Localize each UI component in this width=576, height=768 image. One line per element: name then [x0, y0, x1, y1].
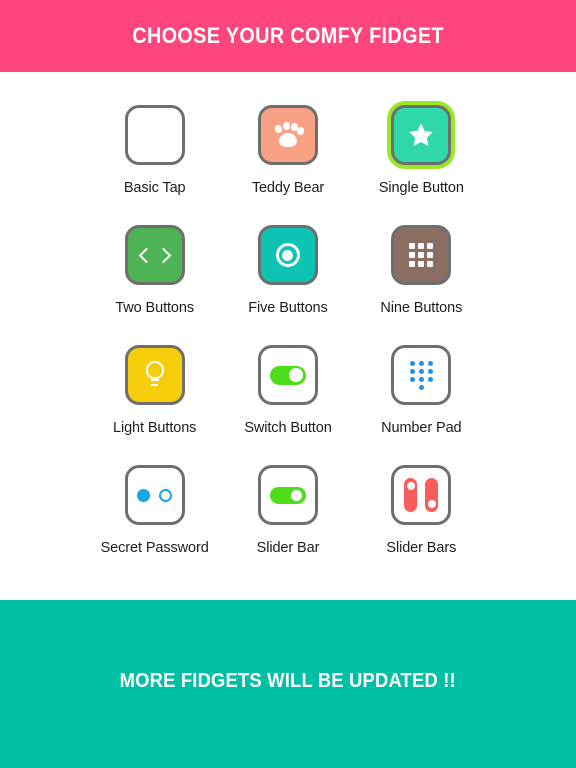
fidget-label-slider-bars: Slider Bars — [386, 540, 457, 556]
fidget-item-slider-bar[interactable]: Slider Bar — [221, 462, 354, 582]
vertical-sliders-icon — [404, 478, 439, 512]
light-buttons-tile[interactable] — [124, 345, 185, 405]
fidget-label-switch-button: Switch Button — [244, 420, 332, 436]
vertical-slider-left[interactable] — [404, 478, 418, 512]
star-icon — [409, 123, 434, 146]
single-button-tile[interactable] — [391, 105, 452, 165]
toggle-knob — [289, 368, 304, 382]
fidget-item-nine-buttons[interactable]: Nine Buttons — [355, 222, 488, 342]
two-buttons-tile[interactable] — [124, 225, 185, 285]
fidget-item-light-buttons[interactable]: Light Buttons — [88, 342, 221, 462]
fidget-item-slider-bars[interactable]: Slider Bars — [355, 462, 488, 582]
tile-wrap-light-buttons — [122, 342, 188, 408]
light-bulb-icon — [144, 361, 166, 389]
slider-bar-tile[interactable] — [257, 465, 318, 525]
tile-wrap-basic-tap — [122, 102, 188, 168]
fidget-label-five-buttons: Five Buttons — [248, 300, 328, 316]
page-title: CHOOSE YOUR COMFY FIDGET — [132, 23, 444, 48]
fidget-label-secret-password: Secret Password — [100, 540, 209, 556]
tile-wrap-nine-buttons — [388, 222, 454, 288]
fidget-grid-container: Basic Tap Teddy Bear Single Button Two B… — [0, 72, 576, 600]
fidget-label-teddy-bear: Teddy Bear — [251, 180, 325, 196]
switch-button-tile[interactable] — [257, 345, 318, 405]
slider-bars-tile[interactable] — [391, 465, 452, 525]
tile-wrap-secret-password — [122, 462, 188, 528]
left-right-chevrons-icon — [138, 247, 171, 263]
paw-print-icon — [273, 121, 306, 149]
fidget-label-light-buttons: Light Buttons — [112, 420, 197, 436]
tile-wrap-teddy-bear — [255, 102, 321, 168]
fidget-item-two-buttons[interactable]: Two Buttons — [88, 222, 221, 342]
fidget-item-switch-button[interactable]: Switch Button — [221, 342, 354, 462]
app-screen: CHOOSE YOUR COMFY FIDGET Basic Tap Teddy… — [0, 0, 576, 768]
grid-3x3-icon — [409, 243, 434, 267]
password-dots-icon — [137, 488, 173, 502]
tile-wrap-slider-bar — [255, 462, 321, 528]
tile-wrap-five-buttons — [255, 222, 321, 288]
vertical-slider-knob-left — [406, 482, 415, 490]
fidget-item-number-pad[interactable]: Number Pad — [355, 342, 488, 462]
number-pad-dots-icon — [409, 360, 433, 390]
fidget-item-teddy-bear[interactable]: Teddy Bear — [221, 102, 354, 222]
slider-knob — [290, 489, 302, 501]
header-bar: CHOOSE YOUR COMFY FIDGET — [0, 0, 576, 72]
five-buttons-tile[interactable] — [257, 225, 318, 285]
fidget-label-two-buttons: Two Buttons — [115, 300, 195, 316]
empty-square-icon[interactable] — [124, 105, 185, 165]
target-ring-icon — [275, 243, 300, 267]
password-dot-filled — [137, 488, 151, 502]
fidget-label-number-pad: Number Pad — [381, 420, 462, 436]
fidget-item-secret-password[interactable]: Secret Password — [88, 462, 221, 582]
vertical-slider-knob-right — [427, 500, 436, 508]
tile-wrap-single-button — [388, 102, 454, 168]
fidget-label-nine-buttons: Nine Buttons — [380, 300, 463, 316]
tile-wrap-switch-button — [255, 342, 321, 408]
fidget-label-basic-tap: Basic Tap — [123, 180, 186, 196]
fidget-item-basic-tap[interactable]: Basic Tap — [88, 102, 221, 222]
toggle-switch-icon[interactable] — [269, 365, 306, 385]
tile-wrap-two-buttons — [122, 222, 188, 288]
fidget-label-single-button: Single Button — [378, 180, 464, 196]
tile-wrap-slider-bars — [388, 462, 454, 528]
footer-banner: MORE FIDGETS WILL BE UPDATED !! — [0, 600, 576, 768]
fidget-grid: Basic Tap Teddy Bear Single Button Two B… — [88, 102, 488, 582]
teddy-bear-tile[interactable] — [257, 105, 318, 165]
nine-buttons-tile[interactable] — [391, 225, 452, 285]
password-dot-empty — [159, 488, 173, 502]
fidget-label-slider-bar: Slider Bar — [256, 540, 320, 556]
secret-password-tile[interactable] — [124, 465, 185, 525]
footer-message: MORE FIDGETS WILL BE UPDATED !! — [119, 669, 457, 692]
fidget-item-five-buttons[interactable]: Five Buttons — [221, 222, 354, 342]
tile-wrap-number-pad — [388, 342, 454, 408]
horizontal-slider-icon[interactable] — [269, 486, 306, 504]
number-pad-tile[interactable] — [391, 345, 452, 405]
fidget-item-single-button[interactable]: Single Button — [355, 102, 488, 222]
vertical-slider-right[interactable] — [425, 478, 439, 512]
